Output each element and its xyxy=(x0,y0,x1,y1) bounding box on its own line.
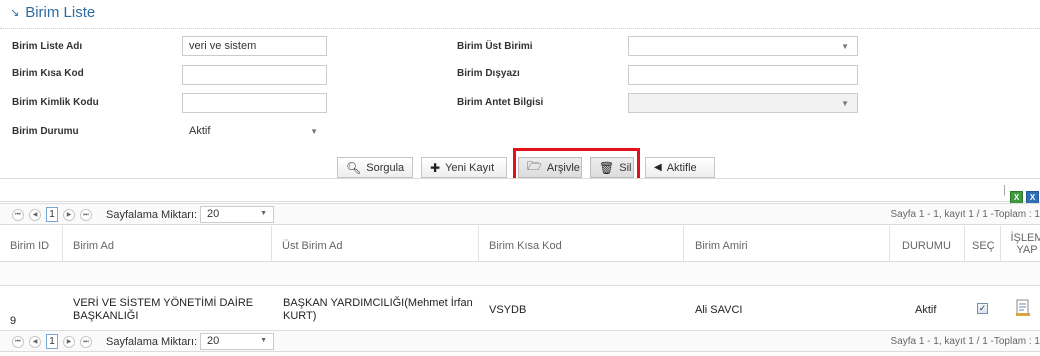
prev-page-icon[interactable]: ◀ xyxy=(29,336,41,348)
birim-kimlik-kodu-input[interactable] xyxy=(182,93,327,113)
triangle-left-icon: ◀ xyxy=(654,162,662,173)
cell-durumu: Aktif xyxy=(915,304,937,316)
next-page-icon[interactable]: ▶ xyxy=(63,336,75,348)
column-divider xyxy=(683,226,684,262)
plus-icon: ✚ xyxy=(430,160,441,175)
title-divider xyxy=(0,28,1040,29)
col-header-ust-birim-ad[interactable]: Üst Birim Ad xyxy=(282,240,343,252)
last-page-icon[interactable]: ⏭ xyxy=(80,336,92,348)
arrow-down-right-icon: ↘ xyxy=(10,7,20,19)
first-page-icon[interactable]: ⏮ xyxy=(12,336,24,348)
cell-birim-ad: VERİ VE SİSTEM YÖNETİMİ DAİRE BAŞKANLIĞI xyxy=(73,297,254,322)
yeni-kayit-label: Yeni Kayıt xyxy=(445,161,495,174)
arsivle-label: Arşivle xyxy=(546,161,580,174)
pager-info: Sayfa 1 - 1, kayıt 1 / 1 -Toplam : 1 xyxy=(890,336,1040,347)
page-size-select[interactable]: 20 ▼ xyxy=(200,333,274,350)
column-divider xyxy=(478,226,479,262)
page-size-label: Sayfalama Miktarı: xyxy=(106,209,198,221)
document-edit-icon[interactable] xyxy=(1015,299,1031,316)
cell-birim-kisa-kod: VSYDB xyxy=(489,304,527,316)
prev-page-icon[interactable]: ◀ xyxy=(29,209,41,221)
birim-disyazi-input[interactable] xyxy=(628,65,858,85)
column-divider xyxy=(1000,226,1001,262)
page-size-value: 20 xyxy=(207,335,220,347)
label-birim-durumu: Birim Durumu xyxy=(12,126,79,137)
filter-row xyxy=(0,262,1040,286)
yeni-kayit-button[interactable]: ✚ Yeni Kayıt xyxy=(421,157,507,178)
column-divider xyxy=(271,226,272,262)
search-icon: 🔍︎ xyxy=(346,160,362,175)
current-page[interactable]: 1 xyxy=(46,207,58,222)
cell-birim-amiri: Ali SAVCI xyxy=(695,304,743,316)
chevron-down-icon: ▼ xyxy=(841,99,849,108)
birim-antet-bilgisi-select[interactable]: ▼ xyxy=(628,93,858,113)
chevron-down-icon: ▼ xyxy=(260,337,267,344)
select-checkbox[interactable]: ✓ xyxy=(977,303,988,314)
sil-label: Sil xyxy=(619,161,632,174)
col-header-sec[interactable]: SEÇ xyxy=(972,240,995,252)
page-size-label: Sayfalama Miktarı: xyxy=(106,336,198,348)
column-divider xyxy=(889,226,890,262)
next-page-icon[interactable]: ▶ xyxy=(63,209,75,221)
chevron-down-icon: ▼ xyxy=(260,210,267,217)
birim-ust-birimi-select[interactable]: ▼ xyxy=(628,36,858,56)
col-header-birim-amiri[interactable]: Birim Amiri xyxy=(695,240,748,252)
first-page-icon[interactable]: ⏮ xyxy=(12,209,24,221)
pager-bottom: ⏮ ◀ 1 ▶ ⏭ Sayfalama Miktarı: 20 ▼ Sayfa … xyxy=(0,330,1040,352)
column-divider xyxy=(964,226,965,262)
aktifle-label: Aktifle xyxy=(666,161,697,174)
label-birim-liste-adi: Birim Liste Adı xyxy=(12,41,83,52)
grid-toolbar: | xyxy=(0,178,1040,202)
col-header-islem-yap[interactable]: İŞLEM YAP xyxy=(1007,232,1040,256)
col-header-birim-kisa-kod[interactable]: Birim Kısa Kod xyxy=(489,240,562,252)
chevron-down-icon: ▼ xyxy=(841,42,849,51)
page-title: ↘ Birim Liste xyxy=(10,4,95,21)
pager-top: ⏮ ◀ 1 ▶ ⏭ Sayfalama Miktarı: 20 ▼ Sayfa … xyxy=(0,203,1040,225)
aktifle-button[interactable]: ◀ Aktifle xyxy=(645,157,715,178)
sil-button[interactable]: 🗑︎ Sil xyxy=(590,157,634,178)
sorgula-label: Sorgula xyxy=(366,161,405,174)
cell-ust-birim-ad: BAŞKAN YARDIMCILIĞI(Mehmet İrfan KURT) xyxy=(283,297,473,322)
current-page[interactable]: 1 xyxy=(46,334,58,349)
col-header-durumu[interactable]: DURUMU xyxy=(902,240,951,252)
sorgula-button[interactable]: 🔍︎ Sorgula xyxy=(337,157,413,178)
label-birim-ust-birimi: Birim Üst Birimi xyxy=(457,41,533,52)
pager-info: Sayfa 1 - 1, kayıt 1 / 1 -Toplam : 1 xyxy=(890,209,1040,220)
trash-icon: 🗑︎ xyxy=(599,160,615,175)
page-size-select[interactable]: 20 ▼ xyxy=(200,206,274,223)
page-title-text: Birim Liste xyxy=(25,4,96,21)
col-header-birim-ad[interactable]: Birim Ad xyxy=(73,240,114,252)
col-header-birim-id[interactable]: Birim ID xyxy=(10,240,49,252)
column-divider xyxy=(62,226,63,262)
page-size-value: 20 xyxy=(207,208,220,220)
birim-durumu-value: Aktif xyxy=(189,125,211,137)
label-birim-kimlik-kodu: Birim Kimlik Kodu xyxy=(12,97,99,108)
last-page-icon[interactable]: ⏭ xyxy=(80,209,92,221)
cell-birim-id: 9 xyxy=(10,315,17,327)
chevron-down-icon: ▼ xyxy=(310,127,318,136)
folder-open-icon: 🗁︎ xyxy=(527,159,542,173)
label-birim-antet-bilgisi: Birim Antet Bilgisi xyxy=(457,97,544,108)
arsivle-button[interactable]: 🗁︎ Arşivle xyxy=(518,157,582,178)
toolbar-separator: | xyxy=(1003,184,1006,196)
label-birim-disyazi: Birim Dışyazı xyxy=(457,68,520,79)
birim-kisa-kod-input[interactable] xyxy=(182,65,327,85)
birim-liste-adi-input[interactable]: veri ve sistem xyxy=(182,36,327,56)
label-birim-kisa-kod: Birim Kısa Kod xyxy=(12,68,84,79)
birim-durumu-select[interactable]: Aktif ▼ xyxy=(182,121,327,141)
